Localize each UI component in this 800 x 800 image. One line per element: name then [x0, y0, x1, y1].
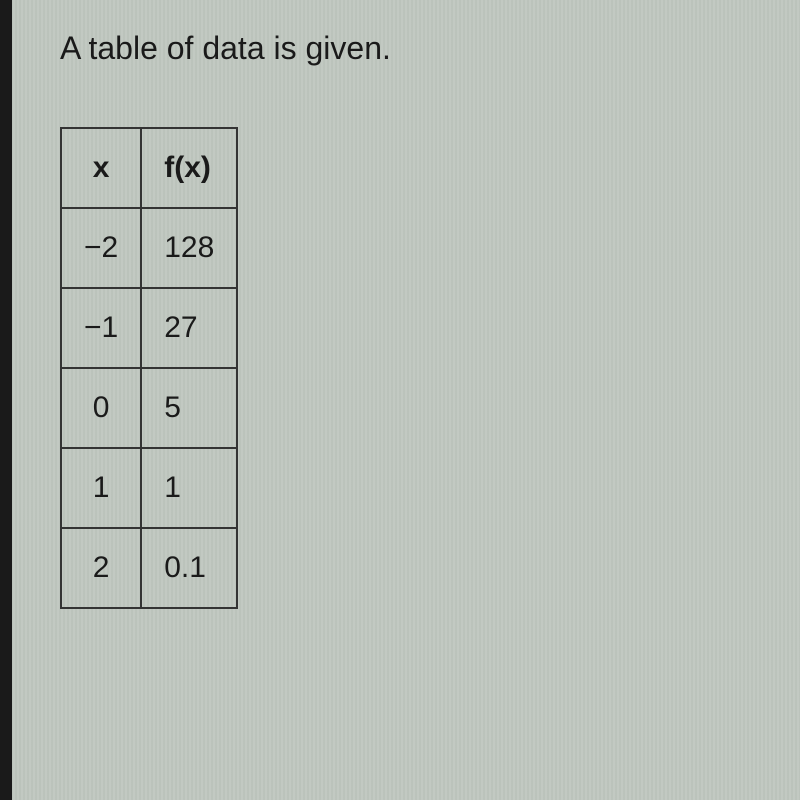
header-fx: f(x): [141, 128, 237, 208]
cell-x: −1: [61, 288, 141, 368]
prompt-text: A table of data is given.: [60, 30, 740, 67]
cell-fx: 1: [141, 448, 237, 528]
data-table: x f(x) −2 128 −1 27 0 5 1 1 2 0.1: [60, 127, 238, 609]
table-header-row: x f(x): [61, 128, 237, 208]
cell-x: 1: [61, 448, 141, 528]
header-x: x: [61, 128, 141, 208]
cell-x: 0: [61, 368, 141, 448]
table-row: −1 27: [61, 288, 237, 368]
cell-x: 2: [61, 528, 141, 608]
cell-fx: 27: [141, 288, 237, 368]
table-row: 0 5: [61, 368, 237, 448]
cell-fx: 5: [141, 368, 237, 448]
table-row: −2 128: [61, 208, 237, 288]
cell-fx: 128: [141, 208, 237, 288]
cell-fx: 0.1: [141, 528, 237, 608]
table-row: 1 1: [61, 448, 237, 528]
table-row: 2 0.1: [61, 528, 237, 608]
cell-x: −2: [61, 208, 141, 288]
left-edge-border: [0, 0, 12, 800]
